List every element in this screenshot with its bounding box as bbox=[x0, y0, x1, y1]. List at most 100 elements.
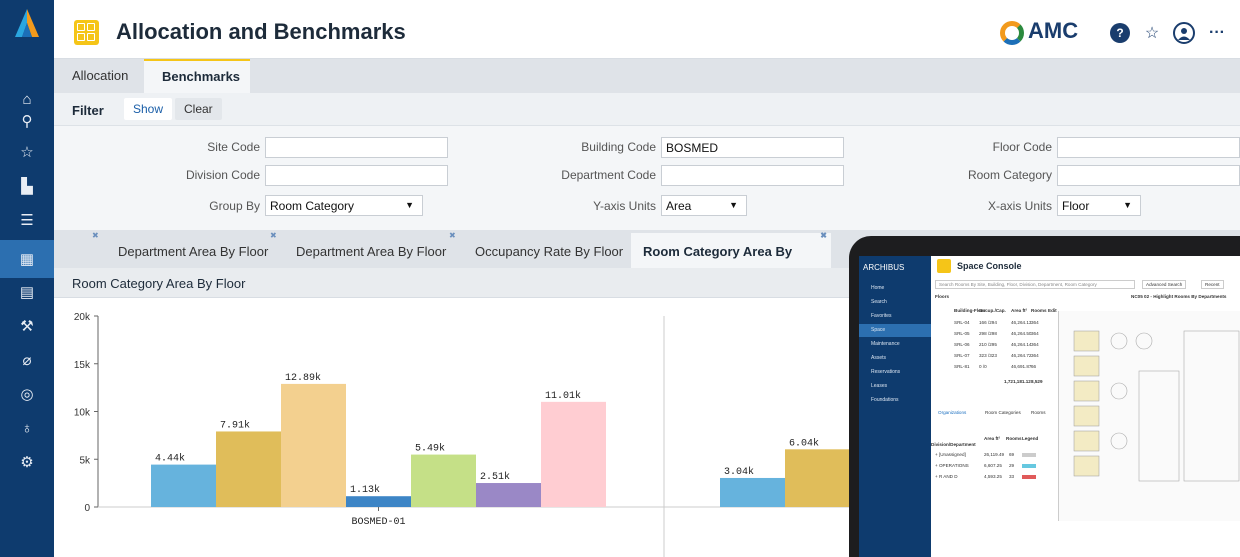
division-code-label: Division Code bbox=[185, 168, 260, 182]
list-icon[interactable]: ☰ bbox=[13, 206, 41, 234]
filter-bar: Filter Show Clear bbox=[54, 93, 1240, 126]
main-tabs: Allocation Benchmarks bbox=[54, 59, 1240, 93]
chart-tab-department-area-2[interactable]: Department Area By Floor ✖ bbox=[270, 231, 458, 268]
overlay-floor-cell: 298 /298 bbox=[979, 331, 997, 336]
chart-tab-department-area-1[interactable]: Department Area By Floor ✖ bbox=[92, 231, 280, 268]
overlay-floor-cell: 46,264.50 bbox=[1011, 331, 1032, 336]
overlay-title: Space Console bbox=[957, 261, 1022, 271]
user-account-icon[interactable] bbox=[1173, 22, 1195, 44]
building-icon[interactable]: ▙ bbox=[13, 172, 41, 200]
chart-bar bbox=[281, 383, 346, 507]
brand-name: AMC bbox=[1028, 18, 1079, 43]
globe-icon[interactable]: ◎ bbox=[13, 380, 41, 408]
overlay-floor-cell: 46,264.13 bbox=[1011, 320, 1032, 325]
department-code-input[interactable] bbox=[661, 165, 844, 186]
overlay-floor-col-header: Area ft² bbox=[1011, 308, 1028, 313]
overlay-floor-col-header: Occup./Cap. bbox=[979, 308, 1006, 313]
overlay-floor-cell: SRL-06 bbox=[954, 342, 970, 347]
overlay-org-cell: + OPERATIONS bbox=[935, 463, 969, 468]
chart-bar bbox=[541, 401, 606, 507]
division-code-input[interactable] bbox=[265, 165, 448, 186]
overlay-org-col-header: Area ft² bbox=[984, 436, 1001, 441]
overlay-floor-cell: 210 /295 bbox=[979, 342, 997, 347]
overlay-floor-cell: 364 bbox=[1031, 320, 1039, 325]
tag-icon[interactable]: ⌀ bbox=[13, 346, 41, 374]
overlay-nav-item: Foundations bbox=[871, 397, 899, 403]
chart-bar bbox=[216, 431, 281, 507]
star-icon[interactable]: ☆ bbox=[13, 138, 41, 166]
overlay-org-cell: 6,607.25 bbox=[984, 463, 1002, 468]
group-by-label: Group By bbox=[209, 199, 260, 213]
overlay-floor-cell: 66 bbox=[1031, 364, 1037, 369]
search-icon[interactable]: ⚲ bbox=[13, 107, 41, 135]
app-header: Allocation and Benchmarks AMC ? ☆ ··· bbox=[54, 0, 1240, 59]
chart-bar bbox=[476, 483, 541, 507]
overlay-floor-total: 1,721,181.12 bbox=[1004, 379, 1031, 384]
y-tick-label: 0 bbox=[84, 503, 90, 514]
floor-code-input[interactable] bbox=[1057, 137, 1240, 158]
chart-tab-occupancy-rate[interactable]: Occupancy Rate By Floor ✖ bbox=[449, 231, 635, 268]
overlay-nav-item: Space bbox=[859, 324, 931, 337]
tab-allocation[interactable]: Allocation bbox=[54, 59, 146, 93]
overlay-floor-cell: 323 /323 bbox=[979, 353, 997, 358]
overlay-legend-swatch bbox=[1022, 464, 1036, 468]
chart-tab-room-category-area[interactable]: Room Category Area By Floor ✖ bbox=[631, 231, 831, 297]
wrench-icon[interactable]: ⚒ bbox=[13, 312, 41, 340]
tab-benchmarks[interactable]: Benchmarks bbox=[144, 59, 250, 93]
overlay-floor-total: 8,529 bbox=[1031, 379, 1043, 384]
bar-data-label: 4.44k bbox=[155, 453, 185, 465]
page-title: Allocation and Benchmarks bbox=[116, 19, 406, 44]
overlay-floor-cell: 364 bbox=[1031, 342, 1039, 347]
chart-bar bbox=[785, 449, 850, 507]
close-icon[interactable]: ✖ bbox=[820, 231, 827, 241]
archibus-logo-icon[interactable] bbox=[15, 9, 39, 37]
overlay-search-input: Search Rooms By Site, Building, Floor, D… bbox=[935, 280, 1135, 289]
department-code-label: Department Code bbox=[561, 168, 656, 182]
overlay-floor-cell: 166 /294 bbox=[979, 320, 997, 325]
bar-data-label: 6.04k bbox=[789, 437, 819, 449]
overlay-floors-label: Floors bbox=[935, 294, 950, 299]
bulb-icon[interactable]: ♁ bbox=[13, 414, 41, 442]
space-console-screen: ARCHIBUS Home Search Favorites Space Mainten… bbox=[859, 256, 1240, 557]
bar-data-label: 11.01k bbox=[545, 390, 581, 402]
y-tick-label: 15k bbox=[74, 360, 91, 371]
overlay-floor-cell: 0 /0 bbox=[979, 364, 987, 369]
overlay-floor-cell: 364 bbox=[1031, 331, 1039, 336]
floor-code-label: Floor Code bbox=[992, 140, 1052, 154]
chart-bar bbox=[346, 496, 411, 507]
overlay-org-cell: 26,119.49 bbox=[984, 452, 1005, 457]
x-axis-units-select[interactable]: Floor ▼ bbox=[1057, 195, 1141, 216]
group-by-select[interactable]: Room Category ▼ bbox=[265, 195, 423, 216]
panel-title: Room Category Area By Floor bbox=[72, 276, 246, 291]
building-code-input[interactable]: BOSMED bbox=[661, 137, 844, 158]
overlay-org-cell: + R AND D bbox=[935, 474, 958, 479]
chart-tab-label: Department Area By Floor bbox=[118, 244, 269, 259]
close-icon[interactable]: ✖ bbox=[270, 231, 277, 241]
close-icon[interactable]: ✖ bbox=[449, 231, 456, 241]
overlay-floor-cell: SRL-07 bbox=[954, 353, 970, 358]
show-button[interactable]: Show bbox=[124, 98, 173, 120]
room-category-input[interactable] bbox=[1057, 165, 1240, 186]
help-icon[interactable]: ? bbox=[1110, 23, 1130, 43]
close-icon[interactable]: ✖ bbox=[92, 231, 99, 241]
y-axis-units-select[interactable]: Area ▼ bbox=[661, 195, 747, 216]
y-tick-label: 5k bbox=[79, 455, 91, 466]
gear-icon[interactable]: ⚙ bbox=[13, 448, 41, 476]
room-category-label: Room Category bbox=[967, 168, 1052, 182]
floor-plan-svg bbox=[1073, 330, 1240, 482]
site-code-input[interactable] bbox=[265, 137, 448, 158]
more-options-icon[interactable]: ··· bbox=[1207, 23, 1227, 43]
grid-icon[interactable]: ▦ bbox=[0, 240, 54, 278]
overlay-org-col-header: Division/Department bbox=[931, 442, 976, 447]
document-icon[interactable]: ▤ bbox=[13, 278, 41, 306]
bar-chart: 0 5k 10k 15k 20k 4.44k 7.91k 12.89k 1.13k 5.49k 2.… bbox=[54, 298, 854, 557]
overlay-recent: Recent bbox=[1201, 280, 1224, 289]
y-axis-units-label: Y-axis Units bbox=[593, 199, 656, 213]
chart-tab-label: Occupancy Rate By Floor bbox=[475, 244, 624, 259]
overlay-nav-item: Search bbox=[871, 299, 887, 305]
favorite-star-icon[interactable]: ☆ bbox=[1142, 23, 1162, 43]
overlay-org-cell: 69 bbox=[1009, 452, 1015, 457]
overlay-floor-cell: 46,264.72 bbox=[1011, 353, 1032, 358]
overlay-floor-col-header: Rooms bbox=[1031, 308, 1047, 313]
clear-button[interactable]: Clear bbox=[175, 98, 222, 120]
